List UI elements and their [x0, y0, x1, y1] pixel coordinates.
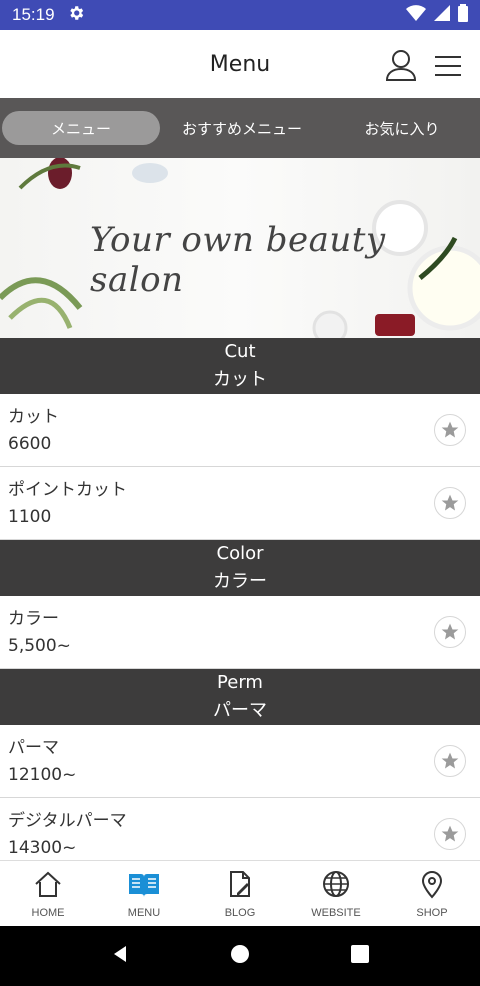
- nav-menu[interactable]: MENU: [96, 861, 192, 926]
- app-header: Menu: [0, 30, 480, 98]
- home-icon: [33, 869, 63, 903]
- section-title-jp: パーマ: [213, 700, 267, 721]
- gear-icon: [67, 4, 85, 26]
- signal-icon: [434, 5, 450, 25]
- banner-text: Your own beauty salon: [90, 220, 386, 300]
- section-header-color: Color カラー: [0, 540, 480, 596]
- wifi-icon: [406, 5, 426, 25]
- nav-home[interactable]: HOME: [0, 861, 96, 926]
- nav-website[interactable]: WEBSITE: [288, 861, 384, 926]
- battery-icon: [458, 4, 468, 26]
- user-icon[interactable]: [384, 48, 418, 82]
- menu-item-name: カラー: [8, 609, 59, 629]
- menu-item[interactable]: パーマ 12100~: [0, 725, 480, 798]
- star-icon[interactable]: [434, 487, 466, 519]
- menu-item[interactable]: デジタルパーマ 14300~: [0, 798, 480, 860]
- menu-item-price: 1100: [8, 507, 52, 527]
- section-header-cut: Cut カット: [0, 338, 480, 394]
- nav-label: SHOP: [416, 907, 448, 919]
- menu-item-price: 6600: [8, 434, 52, 454]
- tab-favorites[interactable]: お気に入り: [322, 111, 480, 145]
- nav-label: BLOG: [224, 907, 256, 919]
- globe-icon: [321, 869, 351, 903]
- bottom-nav: HOME MENU BLOG WEBSITE SHOP: [0, 860, 480, 926]
- nav-shop[interactable]: SHOP: [384, 861, 480, 926]
- menu-item[interactable]: カット 6600: [0, 394, 480, 467]
- section-header-perm: Perm パーマ: [0, 669, 480, 725]
- menu-item-name: ポイントカット: [8, 480, 127, 500]
- menu-item-price: 14300~: [8, 838, 77, 858]
- menu-item[interactable]: ポイントカット 1100: [0, 467, 480, 540]
- system-nav: [0, 926, 480, 986]
- menu-item-name: パーマ: [8, 738, 59, 758]
- blog-icon: [225, 869, 255, 903]
- tab-recommended-menu[interactable]: おすすめメニュー: [162, 111, 322, 145]
- menu-item-price: 5,500~: [8, 636, 71, 656]
- section-title-jp: カラー: [213, 571, 267, 592]
- location-pin-icon: [417, 869, 447, 903]
- menu-list: Cut カット カット 6600 ポイントカット 1100 Color カラー …: [0, 338, 480, 860]
- nav-label: WEBSITE: [311, 907, 361, 919]
- section-title-en: Color: [216, 543, 264, 564]
- status-bar: 15:19: [0, 0, 480, 30]
- star-icon[interactable]: [434, 616, 466, 648]
- tab-bar: メニュー おすすめメニュー お気に入り: [0, 98, 480, 158]
- nav-label: HOME: [31, 907, 65, 919]
- back-icon[interactable]: [110, 944, 130, 968]
- section-title-jp: カット: [213, 369, 267, 390]
- menu-item-price: 12100~: [8, 765, 77, 785]
- page-title: Menu: [209, 51, 271, 77]
- menu-item-name: カット: [8, 407, 59, 427]
- recents-icon[interactable]: [350, 944, 370, 968]
- salon-banner: Your own beauty salon: [0, 158, 480, 338]
- star-icon[interactable]: [434, 818, 466, 850]
- section-title-en: Perm: [217, 672, 263, 693]
- book-icon: [127, 869, 161, 903]
- menu-item-name: デジタルパーマ: [8, 811, 127, 831]
- tab-menu[interactable]: メニュー: [2, 111, 160, 145]
- star-icon[interactable]: [434, 414, 466, 446]
- status-time: 15:19: [12, 5, 55, 24]
- hamburger-icon[interactable]: [432, 50, 464, 82]
- nav-blog[interactable]: BLOG: [192, 861, 288, 926]
- nav-label: MENU: [127, 907, 161, 919]
- section-title-en: Cut: [224, 341, 256, 362]
- star-icon[interactable]: [434, 745, 466, 777]
- home-button-icon[interactable]: [230, 944, 250, 968]
- menu-item[interactable]: カラー 5,500~: [0, 596, 480, 669]
